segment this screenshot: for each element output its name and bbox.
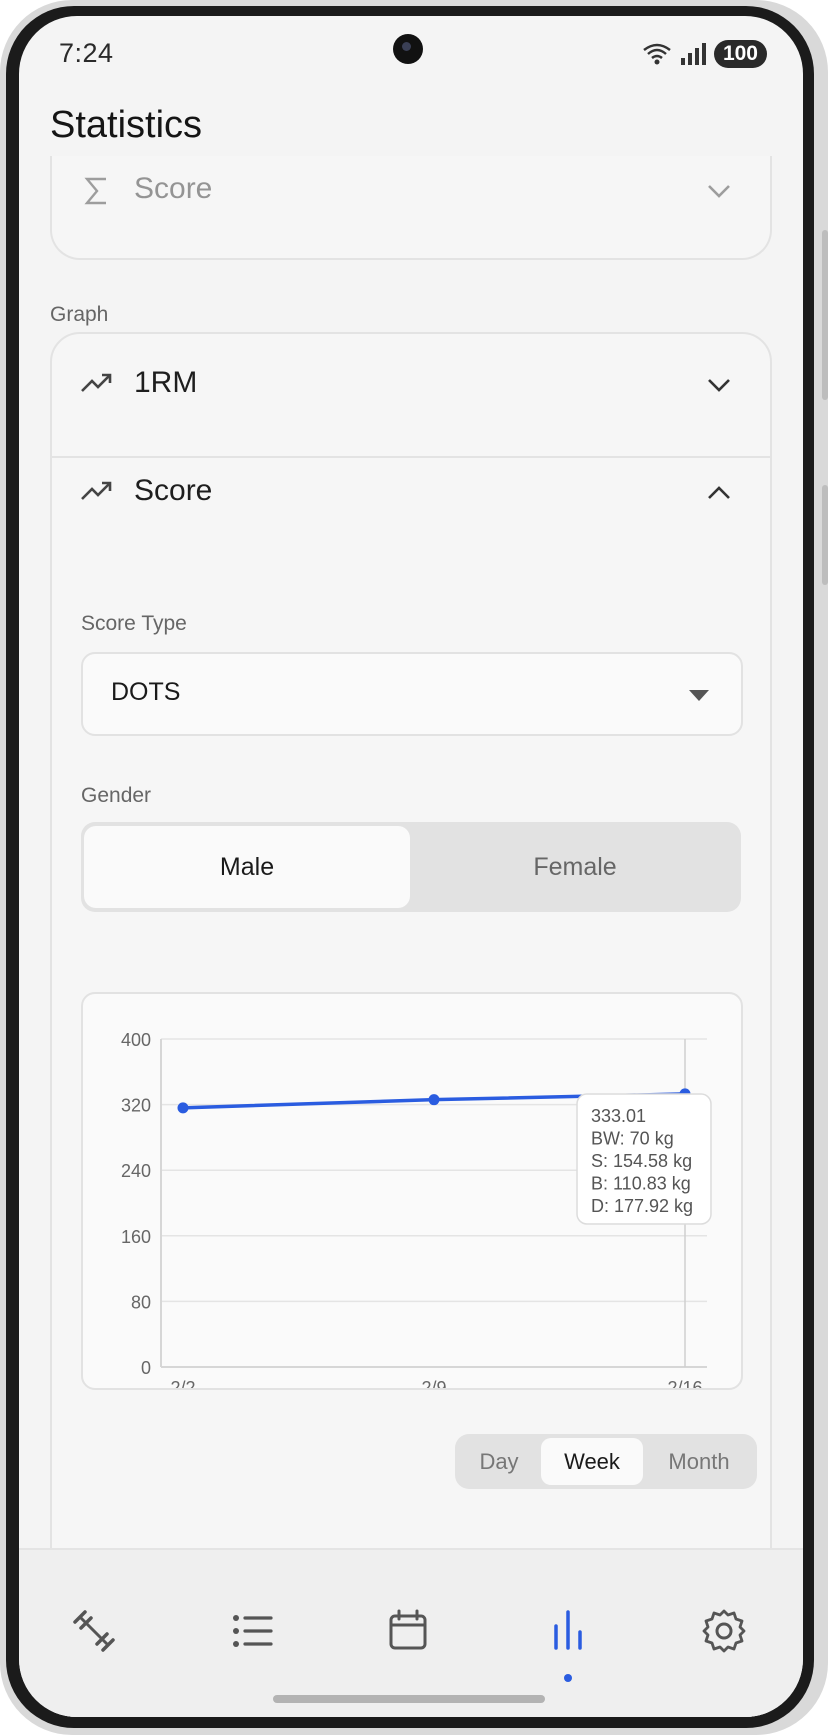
tooltip-text: B: 110.83 kg bbox=[591, 1174, 691, 1194]
bottom-nav bbox=[19, 1548, 803, 1717]
status-icons: 100 bbox=[642, 40, 767, 68]
trending-up-icon bbox=[81, 481, 112, 500]
graph-row-score[interactable]: Score bbox=[52, 470, 770, 510]
tooltip-text: BW: 70 kg bbox=[591, 1129, 674, 1149]
page-title: Statistics bbox=[50, 104, 203, 146]
y-tick-label: 240 bbox=[121, 1161, 151, 1181]
tooltip-text: D: 177.92 kg bbox=[591, 1196, 693, 1216]
section-label-graph: Graph bbox=[50, 303, 109, 326]
y-tick-label: 320 bbox=[121, 1096, 151, 1116]
gender-option-female[interactable]: Female bbox=[412, 826, 738, 908]
battery-indicator: 100 bbox=[713, 40, 767, 68]
active-nav-indicator bbox=[564, 1674, 572, 1682]
summary-card[interactable]: Score bbox=[50, 156, 772, 260]
signal-icon bbox=[680, 43, 706, 65]
status-time: 7:24 bbox=[59, 38, 114, 68]
score-type-label: Score Type bbox=[81, 612, 187, 635]
stats-icon[interactable] bbox=[543, 1606, 593, 1656]
score-type-value: DOTS bbox=[111, 678, 181, 706]
range-option-month[interactable]: Month bbox=[645, 1438, 753, 1485]
score-type-dropdown[interactable]: DOTS bbox=[81, 652, 743, 736]
tooltip-text: 333.01 bbox=[591, 1106, 646, 1126]
range-selector: Day Week Month bbox=[455, 1434, 757, 1489]
data-point bbox=[428, 1094, 440, 1106]
chevron-up-icon bbox=[708, 486, 730, 499]
chevron-down-icon bbox=[708, 185, 730, 198]
dumbbell-icon[interactable] bbox=[69, 1606, 119, 1656]
y-tick-label: 80 bbox=[131, 1292, 151, 1312]
sigma-icon bbox=[84, 177, 106, 205]
range-option-day[interactable]: Day bbox=[459, 1438, 539, 1485]
data-point bbox=[177, 1102, 189, 1114]
x-tick-label: 2/9 bbox=[421, 1378, 446, 1388]
tooltip-text: S: 154.58 kg bbox=[591, 1151, 692, 1171]
settings-icon[interactable] bbox=[699, 1606, 749, 1656]
trending-up-icon bbox=[81, 373, 112, 392]
graph-row-label: 1RM bbox=[134, 366, 198, 399]
power-button bbox=[822, 485, 828, 585]
gender-toggle: Male Female bbox=[81, 822, 741, 912]
graph-card: 1RM Score Score Type DOTS Gender Male Fe… bbox=[50, 332, 772, 1717]
y-tick-label: 400 bbox=[121, 1030, 151, 1050]
score-chart[interactable]: 400 320 240 160 80 0 2/2 2/9 2/16 333.01 BW: 70 kg… bbox=[81, 992, 743, 1390]
graph-row-1rm[interactable]: 1RM bbox=[52, 362, 770, 402]
wifi-icon bbox=[643, 43, 671, 65]
gender-option-male[interactable]: Male bbox=[84, 826, 410, 908]
dropdown-arrow-icon bbox=[689, 690, 709, 701]
home-indicator[interactable] bbox=[273, 1695, 545, 1703]
y-tick-label: 0 bbox=[141, 1358, 151, 1378]
graph-row-label: Score bbox=[134, 474, 213, 507]
calendar-icon[interactable] bbox=[383, 1606, 433, 1656]
volume-button bbox=[822, 230, 828, 400]
chevron-down-icon bbox=[708, 379, 730, 392]
divider bbox=[52, 456, 770, 458]
range-option-week[interactable]: Week bbox=[541, 1438, 643, 1485]
camera-cutout bbox=[393, 34, 423, 64]
x-tick-label: 2/16 bbox=[667, 1378, 702, 1388]
screen: 7:24 100 Statistics Score Graph 1RM Scor… bbox=[19, 16, 803, 1717]
summary-label: Score bbox=[134, 172, 213, 205]
x-tick-label: 2/2 bbox=[170, 1378, 195, 1388]
device-frame: 7:24 100 Statistics Score Graph 1RM Scor… bbox=[0, 0, 828, 1735]
list-icon[interactable] bbox=[227, 1606, 277, 1656]
gender-label: Gender bbox=[81, 784, 152, 807]
chart-svg: 400 320 240 160 80 0 2/2 2/9 2/16 333.01 BW: 70 kg… bbox=[121, 1030, 712, 1388]
y-tick-label: 160 bbox=[121, 1227, 151, 1247]
